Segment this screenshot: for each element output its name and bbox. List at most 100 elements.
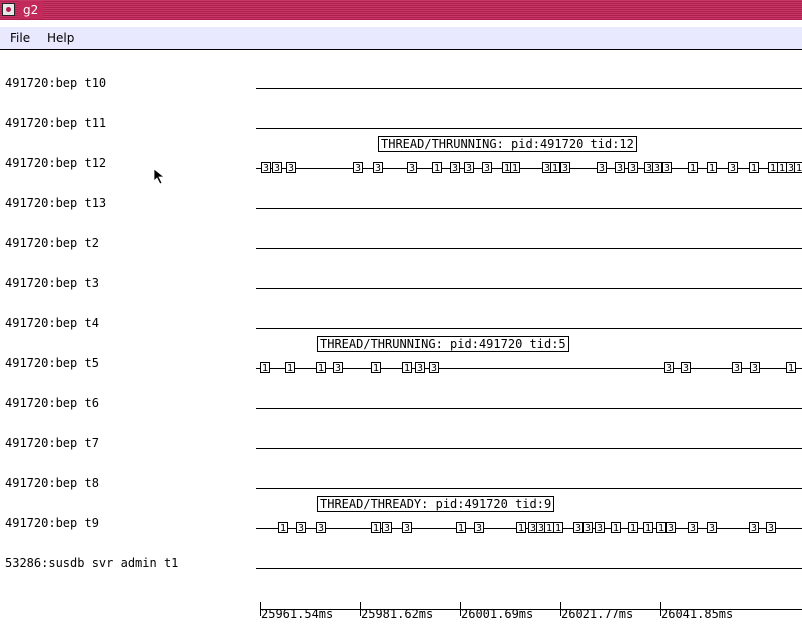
row-label[interactable]: 491720:bep t12 [5, 156, 106, 170]
event-marker[interactable]: 3 [666, 522, 677, 533]
row-label[interactable]: 491720:bep t3 [5, 276, 99, 290]
event-marker[interactable]: 1 [316, 362, 327, 373]
event-marker[interactable]: 1 [371, 522, 382, 533]
event-marker[interactable]: 3 [450, 162, 461, 173]
row-track-line [256, 448, 802, 449]
axis-tick-label: 25961.54ms [261, 607, 334, 621]
timeline-row: 491720:bep t11 [0, 116, 802, 136]
event-marker[interactable]: 3 [664, 362, 675, 373]
menu-help[interactable]: Help [47, 31, 74, 45]
event-marker[interactable]: 3 [728, 162, 739, 173]
timeline-row: 491720:bep t13 [0, 196, 802, 216]
menu-file[interactable]: File [10, 31, 30, 45]
event-marker[interactable]: 1 [688, 162, 699, 173]
event-marker[interactable]: 1 [628, 522, 639, 533]
event-marker[interactable]: 3 [316, 522, 327, 533]
event-marker[interactable]: 1 [550, 162, 561, 173]
event-marker[interactable]: 1 [656, 522, 667, 533]
event-marker[interactable]: 3 [333, 362, 344, 373]
window-title: g2 [18, 1, 44, 19]
row-label[interactable]: 491720:bep t5 [5, 356, 99, 370]
event-marker[interactable]: 3 [595, 522, 606, 533]
row-label[interactable]: 491720:bep t7 [5, 436, 99, 450]
row-label[interactable]: 491720:bep t6 [5, 396, 99, 410]
row-track-line [256, 88, 802, 89]
event-marker[interactable]: 3 [681, 362, 692, 373]
row-label[interactable]: 491720:bep t9 [5, 516, 99, 530]
event-marker[interactable]: 3 [482, 162, 493, 173]
event-marker[interactable]: 3 [707, 522, 718, 533]
event-marker[interactable]: 3 [688, 522, 699, 533]
event-marker[interactable]: 3 [286, 162, 297, 173]
event-marker[interactable]: 3 [272, 162, 283, 173]
event-marker[interactable]: 1 [510, 162, 521, 173]
event-marker[interactable]: 1 [794, 162, 802, 173]
event-marker[interactable]: 1 [749, 162, 760, 173]
timeline-row: 491720:bep t9 1 3 3 1 3 3 1 3 1 3 3 1 1 3 3 3 1 1 1 1 3 3 3 3 3 TH… [0, 496, 802, 536]
event-marker[interactable]: 1 [516, 522, 527, 533]
event-marker[interactable]: 3 [261, 162, 272, 173]
event-marker[interactable]: 3 [464, 162, 475, 173]
row-track-line [256, 288, 802, 289]
event-marker[interactable]: 3 [573, 522, 584, 533]
row-label[interactable]: 491720:bep t8 [5, 476, 99, 490]
axis-tick-label: 26001.69ms [461, 607, 534, 621]
row-label[interactable]: 491720:bep t2 [5, 236, 99, 250]
row-track-line [256, 568, 802, 569]
row-label[interactable]: 53286:susdb svr admin t1 [5, 556, 178, 570]
event-marker[interactable]: 3 [382, 522, 393, 533]
event-marker[interactable]: 3 [402, 522, 413, 533]
event-marker[interactable]: 1 [456, 522, 467, 533]
row-track-line [256, 208, 802, 209]
event-marker[interactable]: 3 [407, 162, 418, 173]
event-marker[interactable]: 3 [373, 162, 384, 173]
event-marker[interactable]: 1 [611, 522, 622, 533]
row-track-line [256, 168, 802, 169]
event-marker[interactable]: 1 [786, 362, 797, 373]
timeline-row: 491720:bep t5 1 1 1 3 1 1 3 3 3 3 3 3 1 THREAD/THRUNNI… [0, 336, 802, 376]
event-tooltip: THREAD/THREADY: pid:491720 tid:9 [317, 496, 555, 512]
event-marker[interactable]: 3 [296, 522, 307, 533]
event-marker[interactable]: 3 [597, 162, 608, 173]
window-menu-button[interactable] [2, 3, 15, 16]
event-marker[interactable]: 1 [643, 522, 654, 533]
timeline-row: 491720:bep t8 [0, 476, 802, 496]
event-marker[interactable]: 1 [278, 522, 289, 533]
row-track-line [256, 488, 802, 489]
title-bar: g2 [0, 0, 802, 20]
event-marker[interactable]: 3 [732, 362, 743, 373]
event-marker[interactable]: 3 [353, 162, 364, 173]
event-marker[interactable]: 3 [766, 522, 777, 533]
row-track-line [256, 408, 802, 409]
event-marker[interactable]: 3 [628, 162, 639, 173]
event-marker[interactable]: 3 [415, 362, 426, 373]
event-marker[interactable]: 1 [371, 362, 382, 373]
event-marker[interactable]: 1 [260, 362, 271, 373]
menu-bar: File Help [0, 27, 802, 50]
event-marker[interactable]: 3 [749, 522, 760, 533]
event-marker[interactable]: 1 [553, 522, 564, 533]
row-label[interactable]: 491720:bep t10 [5, 76, 106, 90]
event-marker[interactable]: 1 [432, 162, 443, 173]
event-marker[interactable]: 3 [652, 162, 663, 173]
event-marker[interactable]: 1 [707, 162, 718, 173]
row-label[interactable]: 491720:bep t13 [5, 196, 106, 210]
event-marker[interactable]: 3 [583, 522, 594, 533]
event-marker[interactable]: 3 [474, 522, 485, 533]
event-marker[interactable]: 1 [402, 362, 413, 373]
event-marker[interactable]: 3 [750, 362, 761, 373]
row-label[interactable]: 491720:bep t11 [5, 116, 106, 130]
event-tooltip: THREAD/THRUNNING: pid:491720 tid:5 [317, 336, 569, 352]
event-marker[interactable]: 3 [560, 162, 571, 173]
event-marker[interactable]: 1 [285, 362, 296, 373]
timeline-row: 53286:susdb svr admin t1 [0, 556, 802, 576]
mouse-pointer-icon [153, 168, 166, 185]
event-marker[interactable]: 3 [615, 162, 626, 173]
timeline-row: 491720:bep t10 [0, 76, 802, 96]
row-track-line [256, 128, 802, 129]
timeline-row: 491720:bep t3 [0, 276, 802, 296]
event-marker[interactable]: 3 [662, 162, 673, 173]
axis-tick-label: 25981.62ms [361, 607, 434, 621]
event-marker[interactable]: 3 [429, 362, 440, 373]
row-label[interactable]: 491720:bep t4 [5, 316, 99, 330]
